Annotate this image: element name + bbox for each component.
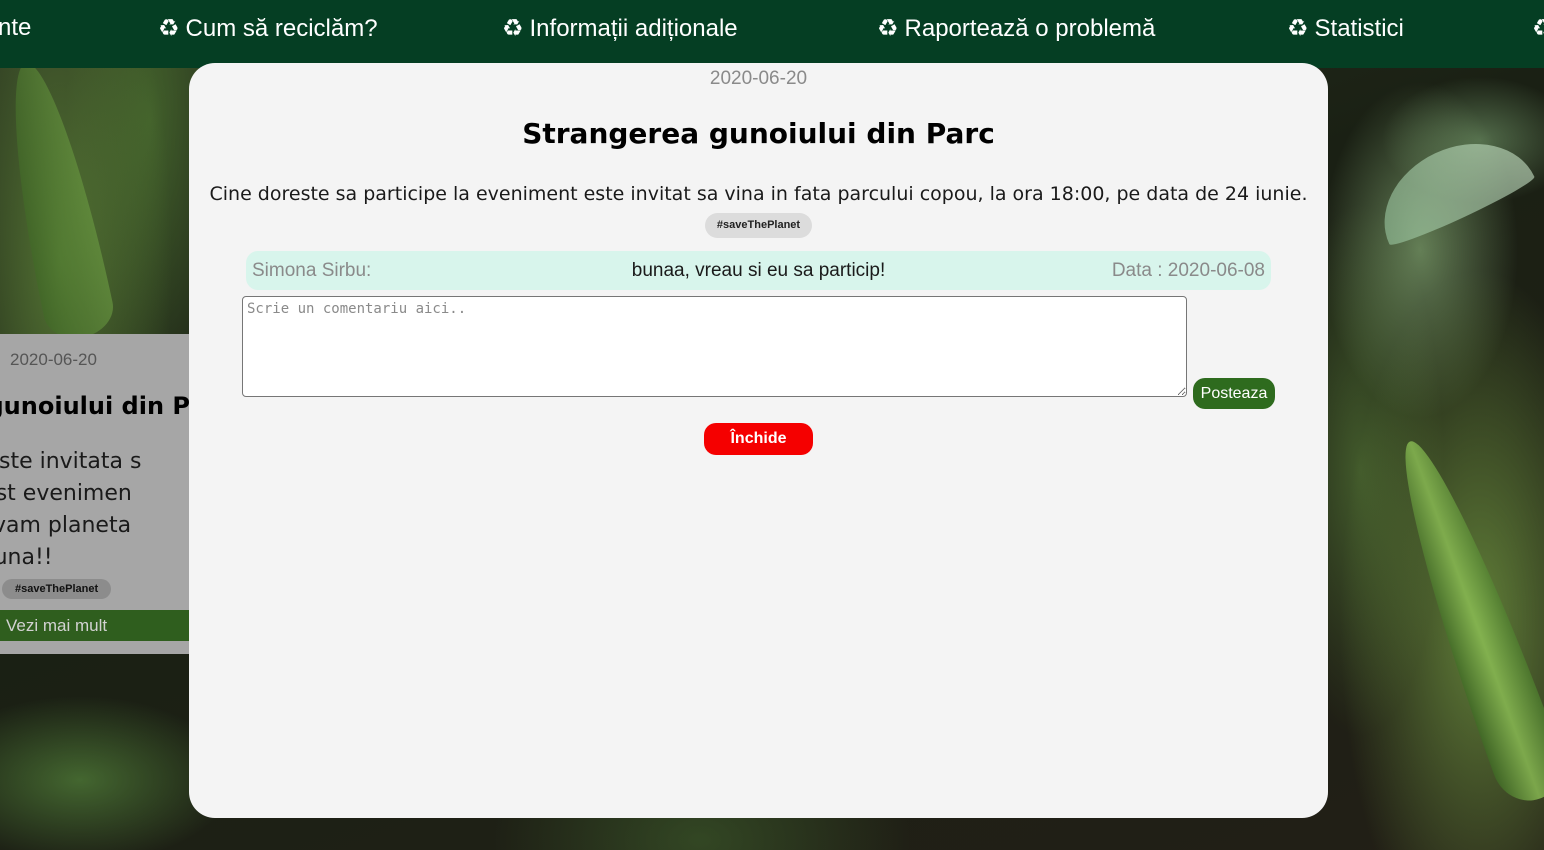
nav-item-partial-right[interactable]: ♻ [1532, 14, 1544, 43]
recycle-icon: ♻ [1532, 15, 1544, 42]
top-navigation: nte ♻ Cum să reciclăm? ♻ Informații adițio… [0, 0, 1544, 68]
nav-item-additional-info[interactable]: ♻ Informații adiționale [502, 14, 738, 43]
close-button[interactable]: Închide [704, 423, 813, 455]
event-card-description-line: la acest evenimen [0, 481, 132, 506]
modal-tag[interactable]: #saveThePlanet [705, 213, 812, 238]
recycle-icon: ♻ [1287, 15, 1309, 42]
page: nte ♻ Cum să reciclăm? ♻ Informații adițio… [0, 0, 1544, 850]
nav-item-statistics[interactable]: ♻ Statistici [1287, 14, 1404, 43]
event-card-background: 2020-06-20 a gunoiului din P mea este in… [0, 334, 190, 654]
nav-item-label: Raportează o problemă [904, 15, 1156, 42]
nav-item-label: Cum să reciclăm? [185, 15, 378, 42]
event-modal: 2020-06-20 Strangerea gunoiului din Parc… [189, 63, 1328, 818]
event-card-tag[interactable]: #saveThePlanet [2, 579, 112, 599]
modal-title: Strangerea gunoiului din Parc [522, 117, 995, 150]
recycle-icon: ♻ [158, 15, 180, 42]
event-card-title: a gunoiului din P [0, 392, 190, 420]
nav-item-label: Informații adiționale [529, 15, 738, 42]
event-card-description-line: impreuna!! [0, 545, 53, 570]
recycle-icon: ♻ [502, 15, 524, 42]
comment-date: Data : 2020-06-08 [1111, 260, 1265, 281]
modal-description: Cine doreste sa participe la eveniment e… [209, 183, 1308, 205]
comment-author: Simona Sirbu: [252, 260, 372, 281]
event-card-description-line: mea este invitata s [0, 449, 142, 474]
comment-item: bunaa, vreau si eu sa particip! Simona S… [246, 251, 1271, 290]
nav-item-report-problem[interactable]: ♻ Raportează o problemă [877, 14, 1155, 43]
nav-item-label: Statistici [1314, 15, 1404, 42]
event-card-date: 2020-06-20 [10, 350, 97, 369]
recycle-icon: ♻ [877, 15, 899, 42]
see-more-button[interactable]: Vezi mai mult [0, 610, 190, 641]
post-comment-button[interactable]: Posteaza [1193, 378, 1275, 409]
modal-date: 2020-06-20 [709, 68, 808, 89]
event-card-description: mea este invitata s la acest evenimen sa… [0, 446, 190, 574]
nav-item-how-to-recycle[interactable]: ♻ Cum să reciclăm? [158, 14, 378, 43]
event-card-description-line: sa salvam planeta [0, 513, 132, 538]
comment-input[interactable] [242, 296, 1187, 397]
nav-item-label: nte [0, 14, 32, 41]
nav-item-partial[interactable]: nte [0, 14, 31, 42]
